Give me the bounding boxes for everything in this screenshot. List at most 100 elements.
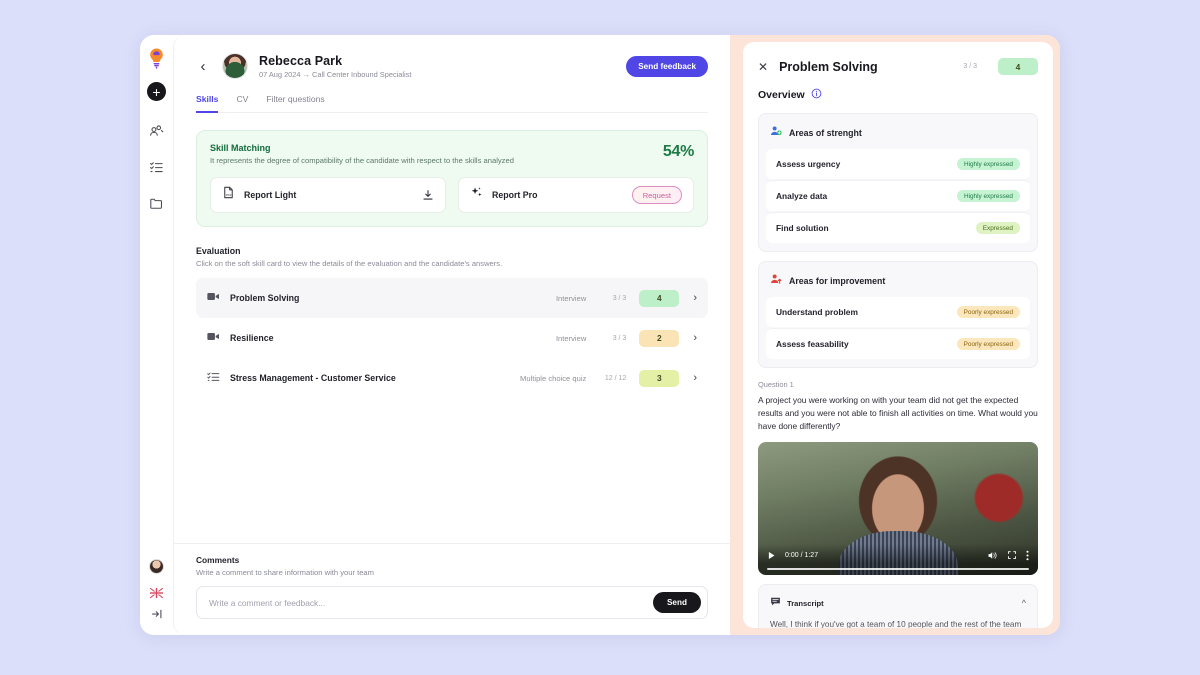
answer-video-player[interactable]: 0:00 / 1:27 <box>758 442 1038 576</box>
video-camera-icon <box>207 329 220 347</box>
evaluation-row-problem-solving[interactable]: Problem Solving Interview 3 / 3 4 › <box>196 278 708 318</box>
sidebar-item-candidates[interactable] <box>146 120 168 142</box>
evaluation-name: Resilience <box>230 333 274 343</box>
close-icon[interactable]: ✕ <box>758 60 768 74</box>
evaluation-type: Interview <box>555 333 587 343</box>
app-window: + ‹ Rebecca Park 07 Aug 2024 → Call Cent… <box>140 35 1060 635</box>
drawer-score-badge: 4 <box>998 58 1038 75</box>
fullscreen-icon[interactable] <box>1007 550 1017 560</box>
group-header: Areas for improvement <box>766 269 1030 297</box>
evaluation-count: 3 / 3 <box>612 334 627 342</box>
evaluation-count: 12 / 12 <box>604 374 627 382</box>
chevron-up-icon[interactable]: ^ <box>1022 598 1026 608</box>
video-progress-bar[interactable] <box>767 568 1029 571</box>
drawer-scroll-area[interactable]: Areas of strenght Assess urgency Highly … <box>743 104 1053 628</box>
comments-section: Comments Write a comment to share inform… <box>174 543 730 635</box>
comment-input[interactable] <box>209 597 653 608</box>
left-sidebar-rail: + <box>140 35 173 635</box>
report-pro-card[interactable]: Report Pro Request <box>458 177 694 213</box>
evaluation-meta: Multiple choice quiz 12 / 12 3 › <box>478 369 697 387</box>
overview-label: Overview <box>758 89 805 101</box>
back-button[interactable]: ‹ <box>196 58 210 75</box>
report-light-label: Report Light <box>244 190 297 200</box>
candidate-name: Rebecca Park <box>259 53 343 68</box>
group-header: Areas of strenght <box>766 121 1030 149</box>
trait-row: Understand problem Poorly expressed <box>766 297 1030 327</box>
trait-name: Analyze data <box>776 191 828 201</box>
trait-badge: Poorly expressed <box>956 338 1020 350</box>
uk-flag-icon[interactable] <box>149 585 164 599</box>
trait-name: Find solution <box>776 223 829 233</box>
video-time: 0:00 / 1:27 <box>785 551 819 559</box>
candidate-header: ‹ Rebecca Park 07 Aug 2024 → Call Center… <box>196 53 708 79</box>
tab-filter-questions[interactable]: Filter questions <box>266 94 324 113</box>
sidebar-item-projects[interactable] <box>146 192 168 214</box>
avatar[interactable] <box>149 559 164 574</box>
evaluation-score-badge: 4 <box>639 289 680 307</box>
collapse-sidebar-icon[interactable] <box>151 607 163 625</box>
transcript-icon <box>770 594 781 612</box>
play-icon[interactable] <box>767 551 776 560</box>
evaluation-meta: Interview 3 / 3 4 › <box>478 289 697 307</box>
lightbulb-logo-icon[interactable] <box>147 47 166 69</box>
skill-matching-header: Skill Matching It represents the degree … <box>210 143 694 165</box>
chevron-right-icon[interactable]: › <box>693 292 697 304</box>
comments-title: Comments <box>196 555 240 565</box>
evaluation-name: Problem Solving <box>230 293 300 303</box>
evaluation-score-badge: 3 <box>639 369 680 387</box>
trait-row: Find solution Expressed <box>766 212 1030 243</box>
group-label: Areas for improvement <box>789 276 886 286</box>
main-content: ‹ Rebecca Park 07 Aug 2024 → Call Center… <box>174 35 730 543</box>
evaluation-row-stress-management[interactable]: Stress Management - Customer Service Mul… <box>196 358 708 398</box>
report-light-card[interactable]: PDF Report Light <box>210 177 446 213</box>
trait-badge: Highly expressed <box>956 158 1020 170</box>
report-pro-label: Report Pro <box>492 190 538 200</box>
user-arrow-red-icon <box>770 272 782 290</box>
question-text: A project you were working on with your … <box>758 395 1038 432</box>
sidebar-item-assessments[interactable] <box>146 156 168 178</box>
trait-badge: Poorly expressed <box>956 306 1020 318</box>
info-icon[interactable] <box>811 86 822 104</box>
question-label: Question 1 <box>758 380 794 389</box>
download-report-icon[interactable] <box>422 189 434 201</box>
trait-row: Analyze data Highly expressed <box>766 180 1030 211</box>
evaluation-subtitle: Click on the soft skill card to view the… <box>196 259 503 268</box>
report-cards: PDF Report Light Report Pro Request <box>210 177 694 213</box>
chevron-right-icon[interactable]: › <box>693 372 697 384</box>
main-panel: ‹ Rebecca Park 07 Aug 2024 → Call Center… <box>173 35 730 635</box>
evaluation-row-resilience[interactable]: Resilience Interview 3 / 3 2 › <box>196 318 708 358</box>
trait-name: Understand problem <box>776 307 858 317</box>
areas-for-improvement-group: Areas for improvement Understand problem… <box>758 261 1038 368</box>
comment-input-row: Send <box>196 586 708 619</box>
group-label: Areas of strenght <box>789 128 862 138</box>
trait-row: Assess feasability Poorly expressed <box>766 328 1030 359</box>
skill-matching-percent: 54% <box>662 143 694 160</box>
volume-icon[interactable] <box>987 550 998 561</box>
send-comment-button[interactable]: Send <box>652 592 701 613</box>
comments-subtitle: Write a comment to share information wit… <box>196 568 374 577</box>
chevron-right-icon[interactable]: › <box>693 332 697 344</box>
video-controls: 0:00 / 1:27 <box>758 544 1038 576</box>
sparkle-icon <box>470 186 483 204</box>
report-pro-action[interactable]: Request <box>631 186 682 204</box>
tab-cv[interactable]: CV <box>236 94 248 113</box>
video-control-row: 0:00 / 1:27 <box>767 544 1029 566</box>
request-button[interactable]: Request <box>631 186 682 204</box>
areas-of-strength-group: Areas of strenght Assess urgency Highly … <box>758 113 1038 252</box>
transcript-text: Well, I think if you've got a team of 10… <box>770 620 1022 628</box>
drawer-count: 3 / 3 <box>963 63 977 70</box>
evaluation-type: Multiple choice quiz <box>520 373 587 383</box>
skill-matching-card: Skill Matching It represents the degree … <box>196 130 708 227</box>
candidate-identity: Rebecca Park 07 Aug 2024 → Call Center I… <box>259 54 411 79</box>
send-feedback-button[interactable]: Send feedback <box>626 55 708 77</box>
pdf-file-icon: PDF <box>222 186 235 204</box>
tab-skills[interactable]: Skills <box>196 94 219 113</box>
skill-matching-text: Skill Matching It represents the degree … <box>210 143 514 165</box>
evaluation-meta: Interview 3 / 3 2 › <box>478 329 697 347</box>
transcript-label: Transcript <box>787 598 824 608</box>
drawer-title: Problem Solving <box>779 59 878 74</box>
add-button[interactable]: + <box>147 82 166 101</box>
more-options-icon[interactable] <box>1026 550 1029 561</box>
evaluation-header: Evaluation Click on the soft skill card … <box>196 246 708 268</box>
trait-badge: Expressed <box>975 222 1020 234</box>
